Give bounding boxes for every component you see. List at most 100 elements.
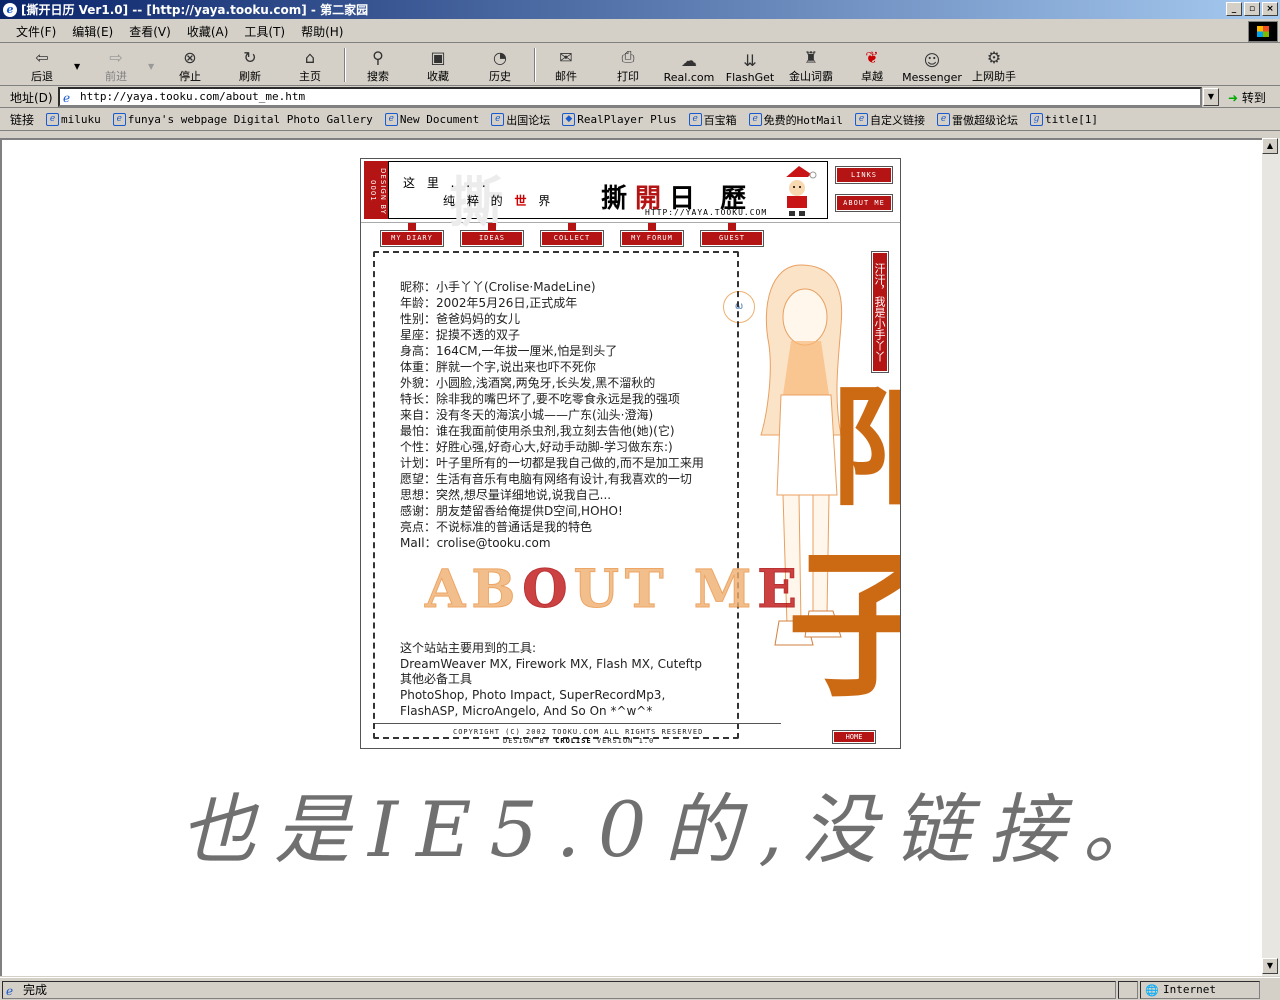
- link-item[interactable]: g title[1]: [1030, 113, 1098, 126]
- menu-help[interactable]: 帮助(H): [293, 21, 351, 42]
- link-item[interactable]: e 免费的HotMail: [748, 112, 843, 128]
- back-button[interactable]: ⇦ 后退: [22, 46, 62, 84]
- big-character-bottom: 子: [787, 545, 900, 705]
- menu-view[interactable]: 查看(V): [121, 21, 179, 42]
- go-button[interactable]: ➜ 转到: [1228, 89, 1266, 106]
- about-me-button[interactable]: ABOUT ME: [835, 194, 893, 212]
- slogan-line-2: 纯 粹 的 世 界: [443, 194, 555, 208]
- profile-row: 性别：爸爸妈妈的女儿: [400, 312, 521, 326]
- joyo-icon: ❦: [865, 47, 879, 67]
- link-item[interactable]: e miluku: [46, 113, 101, 126]
- nav-my-forum[interactable]: MY FORUM: [620, 223, 684, 247]
- home-icon: ⌂: [304, 47, 316, 67]
- back-arrow-icon: ⇦: [35, 47, 49, 67]
- menu-file[interactable]: 文件(F): [8, 21, 64, 42]
- profile-row: 外貌：小圆脸,浅酒窝,两兔牙,长头发,黑不溜秋的: [400, 376, 656, 390]
- footer-divider: [375, 723, 781, 724]
- address-bar: 地址(D) ℯ http://yaya.tooku.com/about_me.h…: [0, 86, 1280, 108]
- search-button[interactable]: ⚲ 搜索: [358, 46, 398, 84]
- maximize-button[interactable]: ▫: [1244, 2, 1260, 16]
- nav-my-diary[interactable]: MY DIARY: [380, 223, 444, 247]
- address-url: http://yaya.tooku.com/about_me.htm: [80, 90, 306, 103]
- profile-row: 来自：没有冬天的海滨小城——广东(汕头·澄海): [400, 408, 654, 422]
- page-icon: e: [46, 113, 60, 126]
- about-me-page: DESIGN BY 0001 撕 这 里 . . . 纯 粹 的 世 界 撕開日…: [360, 158, 901, 749]
- stop-button[interactable]: ⊗ 停止: [170, 46, 210, 84]
- forward-arrow-icon: ⇨: [109, 47, 123, 67]
- status-bar: ℯ 完成 🌐 Internet: [0, 977, 1280, 1000]
- profile-row: 身高：164CM,一年拔一厘米,怕是到头了: [400, 344, 618, 358]
- tools-list-1: DreamWeaver MX, Firework MX, Flash MX, C…: [400, 657, 703, 671]
- zhuoyue-button[interactable]: ❦ 卓越: [850, 46, 894, 84]
- forward-button[interactable]: ⇨ 前进: [96, 46, 136, 84]
- link-item[interactable]: e New Document: [384, 113, 479, 126]
- profile-row: 思想：突然,想尽量详细地说,说我自己...: [400, 488, 612, 502]
- history-button[interactable]: ◔ 历史: [480, 46, 520, 84]
- address-dropdown-icon[interactable]: ▼: [1203, 88, 1219, 106]
- profile-row: 亮点：不说标准的普通话是我的特色: [400, 520, 593, 534]
- real-speech-icon: ☁: [681, 50, 697, 70]
- gif-icon: g: [1030, 113, 1043, 126]
- nav-ideas[interactable]: IDEAS: [460, 223, 524, 247]
- security-zone: 🌐 Internet: [1140, 981, 1260, 999]
- site-url: HTTP://YAYA.TOOKU.COM: [645, 208, 768, 217]
- helper-button[interactable]: ⚙ 上网助手: [966, 46, 1022, 84]
- page-icon: e: [855, 113, 868, 126]
- big-character-top: 阳: [831, 383, 900, 513]
- menu-tools[interactable]: 工具(T): [236, 21, 293, 42]
- messenger-button[interactable]: ☺ Messenger: [902, 46, 962, 85]
- profile-row: 计划：叶子里所有的一切都是我自己做的,而不是加工来用: [400, 456, 704, 470]
- status-text: ℯ 完成: [2, 981, 1116, 999]
- favorites-button[interactable]: ▣ 收藏: [418, 46, 458, 84]
- minimize-button[interactable]: _: [1226, 2, 1242, 16]
- forward-dropdown-icon[interactable]: ▼: [148, 62, 154, 71]
- mail-button[interactable]: ✉ 邮件: [546, 46, 586, 84]
- dictionary-icon: ♜: [803, 47, 819, 67]
- vertical-scrollbar[interactable]: ▲ ▼: [1262, 138, 1280, 976]
- link-item[interactable]: e funya's webpage Digital Photo Gallery: [112, 113, 373, 126]
- links-bar: 链接 e miluku e funya's webpage Digital Phot…: [0, 109, 1280, 131]
- site-header: DESIGN BY 0001 撕 这 里 . . . 纯 粹 的 世 界 撕開日…: [361, 159, 900, 234]
- mail-icon: ✉: [559, 47, 573, 67]
- handwritten-note: 也是IE5.0的,没链接。: [180, 785, 1177, 874]
- profile-email[interactable]: MaIl：crolise@tooku.com: [400, 535, 740, 551]
- ie-logo-icon: e: [3, 2, 17, 17]
- profile-row: 星座：捉摸不透的双子: [400, 328, 521, 342]
- tools-title: 这个站站主要用到的工具:: [400, 641, 537, 655]
- scroll-down-icon[interactable]: ▼: [1262, 958, 1278, 974]
- nav-guest[interactable]: GUEST: [700, 223, 764, 247]
- link-item[interactable]: e 雷傲超级论坛: [937, 112, 1018, 128]
- menu-edit[interactable]: 编辑(E): [64, 21, 121, 42]
- real-com-button[interactable]: ☁ Real.com: [662, 46, 716, 85]
- profile-row: 昵称：小手丫丫(Crolise·MadeLine): [400, 280, 596, 294]
- link-item[interactable]: ◆ RealPlayer Plus: [562, 113, 677, 126]
- printer-icon: ⎙: [621, 47, 635, 66]
- go-arrow-icon: ➜: [1228, 91, 1239, 105]
- tools-section: 这个站站主要用到的工具: DreamWeaver MX, Firework MX…: [400, 641, 730, 719]
- jinshan-button[interactable]: ♜ 金山词霸: [784, 46, 838, 84]
- link-item[interactable]: e 自定义链接: [855, 112, 925, 128]
- design-tag: DESIGN BY 0001: [364, 161, 388, 219]
- favorites-folder-icon: ▣: [430, 47, 446, 67]
- link-item[interactable]: e 出国论坛: [491, 112, 550, 128]
- home-button[interactable]: ⌂ 主页: [290, 46, 330, 84]
- scroll-up-icon[interactable]: ▲: [1262, 138, 1278, 154]
- profile-row: 感谢：朋友楚留香给俺提供D空间,HOHO!: [400, 504, 623, 518]
- menu-favorites[interactable]: 收藏(A): [179, 21, 237, 42]
- page-done-icon: ℯ: [6, 984, 14, 998]
- links-button[interactable]: LINKS: [835, 166, 893, 184]
- links-label: 链接: [10, 113, 35, 127]
- refresh-button[interactable]: ↻ 刷新: [230, 46, 270, 84]
- back-dropdown-icon[interactable]: ▼: [74, 62, 80, 71]
- page-icon: e: [748, 113, 762, 126]
- link-item[interactable]: e 百宝箱: [688, 112, 737, 128]
- side-label: 汗汗，我是小手丫丫: [871, 251, 889, 373]
- nav-collect[interactable]: COLLECT: [540, 223, 604, 247]
- tools-other: 其他必备工具: [400, 672, 473, 686]
- profile-row: 体重：胖就一个字,说出来也吓不死你: [400, 360, 596, 374]
- home-link-button[interactable]: HOME: [832, 730, 876, 744]
- close-button[interactable]: ×: [1262, 2, 1278, 16]
- flashget-button[interactable]: ⇊ FlashGet: [722, 46, 778, 85]
- print-button[interactable]: ⎙ 打印: [608, 46, 648, 84]
- address-input[interactable]: ℯ http://yaya.tooku.com/about_me.htm: [58, 87, 1202, 107]
